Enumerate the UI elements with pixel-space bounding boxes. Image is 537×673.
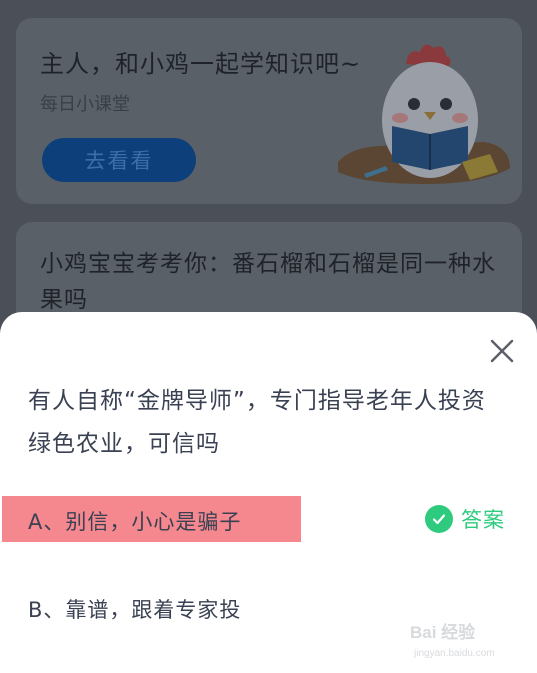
answer-label: 答案 (461, 508, 505, 532)
option-b-label: B、靠谱，跟着专家投 (28, 598, 242, 622)
baidu-jingyan-watermark: Bai 经验 jingyan.baidu.com (410, 618, 520, 666)
lesson-card: 主人，和小鸡一起学知识吧~ 每日小课堂 去看看 (16, 18, 522, 204)
lesson-card-subtitle: 每日小课堂 (40, 94, 130, 115)
watermark-url: jingyan.baidu.com (414, 648, 495, 659)
answer-tag: 答案 (425, 504, 505, 534)
option-a[interactable]: A、别信，小心是骗子 答案 (0, 496, 537, 544)
watermark-brand: Bai 经验 (410, 623, 476, 642)
chick-reading-book-icon (338, 44, 510, 184)
close-icon[interactable] (487, 336, 517, 366)
go-see-button[interactable]: 去看看 (42, 138, 196, 182)
check-circle-icon (425, 505, 453, 533)
sheet-question: 有人自称“金牌导师”，专门指导老年人投资绿色农业，可信吗 (28, 388, 486, 457)
option-a-label: A、别信，小心是骗子 (28, 510, 242, 534)
answer-sheet: 有人自称“金牌导师”，专门指导老年人投资绿色农业，可信吗 A、别信，小心是骗子 … (0, 312, 537, 673)
lesson-card-title: 主人，和小鸡一起学知识吧~ (40, 50, 362, 78)
quiz-card-question: 小鸡宝宝考考你：番石榴和石榴是同一种水果吗 (40, 251, 496, 313)
